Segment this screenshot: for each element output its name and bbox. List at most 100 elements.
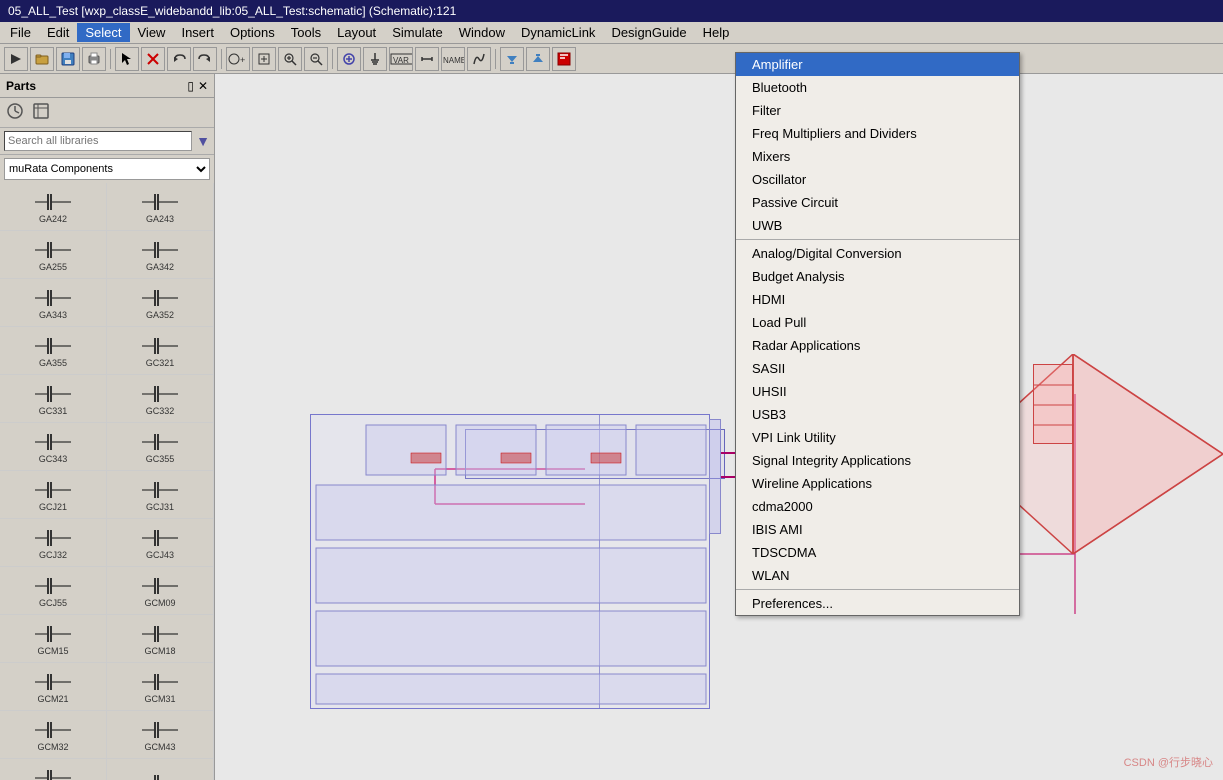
list-item[interactable] xyxy=(107,759,214,780)
capacitor-icon xyxy=(35,382,71,406)
capacitor-icon xyxy=(142,622,178,646)
toolbar-upload[interactable] xyxy=(526,47,550,71)
list-item[interactable]: GCM32 xyxy=(0,711,107,758)
toolbar-download[interactable] xyxy=(500,47,524,71)
dropdown-item-uwb[interactable]: UWB xyxy=(736,214,1019,237)
toolbar-var-box[interactable]: VAR xyxy=(389,47,413,71)
dropdown-item-oscillator[interactable]: Oscillator xyxy=(736,168,1019,191)
menu-layout[interactable]: Layout xyxy=(329,23,384,42)
list-item[interactable]: GCJ55 xyxy=(0,567,107,614)
toolbar-redo[interactable] xyxy=(193,47,217,71)
dropdown-item-budget[interactable]: Budget Analysis xyxy=(736,265,1019,288)
toolbar-plus-sym[interactable]: + xyxy=(226,47,250,71)
menu-view[interactable]: View xyxy=(130,23,174,42)
toolbar-zoom-out[interactable] xyxy=(304,47,328,71)
dropdown-item-usb3[interactable]: USB3 xyxy=(736,403,1019,426)
menu-edit[interactable]: Edit xyxy=(39,23,77,42)
list-item[interactable]: GCM09 xyxy=(107,567,214,614)
toolbar-curve[interactable] xyxy=(467,47,491,71)
dropdown-item-signal-integrity[interactable]: Signal Integrity Applications xyxy=(736,449,1019,472)
menu-simulate[interactable]: Simulate xyxy=(384,23,451,42)
toolbar-select[interactable] xyxy=(115,47,139,71)
dropdown-item-tdscdma[interactable]: TDSCDMA xyxy=(736,541,1019,564)
list-item[interactable]: GA242 xyxy=(0,183,107,230)
dropdown-item-bluetooth[interactable]: Bluetooth xyxy=(736,76,1019,99)
dropdown-item-wireline[interactable]: Wireline Applications xyxy=(736,472,1019,495)
toolbar-open-folder[interactable] xyxy=(30,47,54,71)
list-item[interactable]: GC343 xyxy=(0,423,107,470)
list-item[interactable]: GA342 xyxy=(107,231,214,278)
dropdown-item-wlan[interactable]: WLAN xyxy=(736,564,1019,587)
clock-icon[interactable] xyxy=(6,102,24,123)
list-item[interactable]: GA243 xyxy=(107,183,214,230)
dropdown-item-mixers[interactable]: Mixers xyxy=(736,145,1019,168)
parts-restore-icon[interactable]: ▯ xyxy=(187,79,194,93)
library-dropdown[interactable]: muRata Components xyxy=(4,158,210,180)
list-item[interactable]: GA355 xyxy=(0,327,107,374)
dropdown-item-adc[interactable]: Analog/Digital Conversion xyxy=(736,242,1019,265)
menu-dynamiclink[interactable]: DynamicLink xyxy=(513,23,603,42)
menu-select[interactable]: Select xyxy=(77,23,129,42)
toolbar-wire[interactable] xyxy=(415,47,439,71)
menu-tools[interactable]: Tools xyxy=(283,23,329,42)
part-label: GCJ32 xyxy=(39,550,67,560)
dropdown-item-cdma[interactable]: cdma2000 xyxy=(736,495,1019,518)
toolbar-circle-plus[interactable] xyxy=(337,47,361,71)
filter-icon[interactable]: ▼ xyxy=(196,133,210,149)
search-input[interactable] xyxy=(4,131,192,151)
list-item[interactable]: GA352 xyxy=(107,279,214,326)
toolbar-simulate-btn[interactable] xyxy=(552,47,576,71)
list-item[interactable]: GC331 xyxy=(0,375,107,422)
list-item[interactable]: GC332 xyxy=(107,375,214,422)
menu-file[interactable]: File xyxy=(2,23,39,42)
dropdown-item-load-pull[interactable]: Load Pull xyxy=(736,311,1019,334)
main-schematic-block[interactable] xyxy=(310,414,710,709)
dropdown-item-passive[interactable]: Passive Circuit xyxy=(736,191,1019,214)
library-icon[interactable] xyxy=(32,102,50,123)
dropdown-item-sasii[interactable]: SASII xyxy=(736,357,1019,380)
toolbar-print[interactable] xyxy=(82,47,106,71)
list-item[interactable]: GCM21 xyxy=(0,663,107,710)
menu-help[interactable]: Help xyxy=(695,23,738,42)
dropdown-item-ibis[interactable]: IBIS AMI xyxy=(736,518,1019,541)
capacitor-icon xyxy=(35,238,71,262)
table-row: GC331 GC332 xyxy=(0,375,214,423)
list-item[interactable]: GCJ32 xyxy=(0,519,107,566)
list-item[interactable]: GCJ31 xyxy=(107,471,214,518)
dropdown-item-amplifier[interactable]: Amplifier xyxy=(736,53,1019,76)
capacitor-icon xyxy=(35,478,71,502)
dropdown-item-uhsii[interactable]: UHSII xyxy=(736,380,1019,403)
menu-options[interactable]: Options xyxy=(222,23,283,42)
menu-designguide[interactable]: DesignGuide xyxy=(603,23,694,42)
menu-window[interactable]: Window xyxy=(451,23,513,42)
toolbar-arrow[interactable] xyxy=(4,47,28,71)
list-item[interactable]: GCM15 xyxy=(0,615,107,662)
list-item[interactable]: GCJ21 xyxy=(0,471,107,518)
toolbar-undo[interactable] xyxy=(167,47,191,71)
dropdown-item-hdmi[interactable]: HDMI xyxy=(736,288,1019,311)
toolbar-ground[interactable] xyxy=(363,47,387,71)
list-item[interactable]: GC355 xyxy=(107,423,214,470)
list-item[interactable]: GA343 xyxy=(0,279,107,326)
dropdown-item-filter[interactable]: Filter xyxy=(736,99,1019,122)
title-text: 05_ALL_Test [wxp_classE_widebandd_lib:05… xyxy=(8,4,456,18)
list-item[interactable]: GCJ43 xyxy=(107,519,214,566)
toolbar-zoom-box[interactable] xyxy=(252,47,276,71)
dropdown-item-vpi[interactable]: VPI Link Utility xyxy=(736,426,1019,449)
dropdown-item-radar[interactable]: Radar Applications xyxy=(736,334,1019,357)
dropdown-item-preferences[interactable]: Preferences... xyxy=(736,592,1019,615)
toolbar-save[interactable] xyxy=(56,47,80,71)
list-item[interactable]: GA255 xyxy=(0,231,107,278)
list-item[interactable]: GCM43 xyxy=(107,711,214,758)
list-item[interactable]: GC321 xyxy=(107,327,214,374)
parts-close-icon[interactable]: ✕ xyxy=(198,79,208,93)
list-item[interactable]: GCM18 xyxy=(107,615,214,662)
toolbar-zoom-in[interactable] xyxy=(278,47,302,71)
menu-insert[interactable]: Insert xyxy=(173,23,222,42)
toolbar-delete[interactable] xyxy=(141,47,165,71)
list-item[interactable]: GCM31 xyxy=(107,663,214,710)
canvas-area[interactable]: CSDN @行步晓心 xyxy=(215,74,1223,780)
list-item[interactable]: GJ31 xyxy=(0,759,107,780)
toolbar-name[interactable]: NAME xyxy=(441,47,465,71)
dropdown-item-freq-mult[interactable]: Freq Multipliers and Dividers xyxy=(736,122,1019,145)
